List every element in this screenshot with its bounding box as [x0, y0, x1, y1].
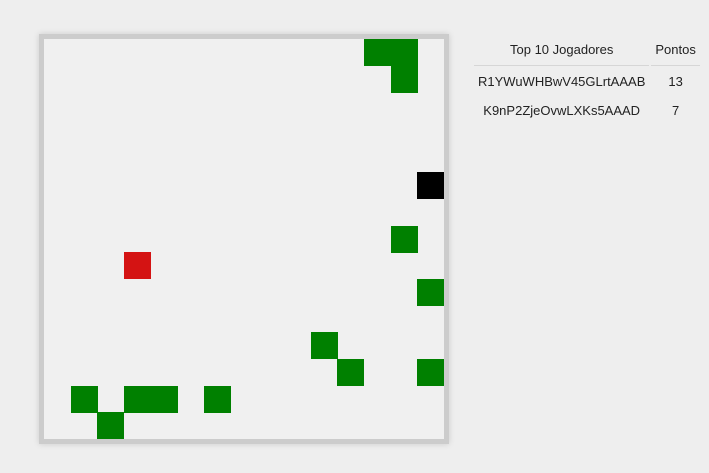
fruit-cell [124, 386, 151, 413]
game-board-frame [39, 34, 449, 444]
fruit-cell [391, 39, 418, 66]
game-board[interactable] [44, 39, 444, 439]
fruit-cell [71, 386, 98, 413]
scoreboard-player-points: 13 [668, 74, 683, 89]
scoreboard: Top 10 Jogadores Pontos R1YWuWHBwV45GLrt… [472, 36, 702, 126]
scoreboard-player-name: K9nP2ZjeOvwLXKs5AAAD [483, 103, 641, 118]
other-player-cell [124, 252, 151, 279]
scoreboard-header-points: Pontos [651, 38, 700, 66]
fruit-cell [417, 279, 444, 306]
scoreboard-row: R1YWuWHBwV45GLrtAAAB 13 [474, 68, 700, 95]
scoreboard-row: K9nP2ZjeOvwLXKs5AAAD 7 [474, 97, 700, 124]
current-player-cell [417, 172, 444, 199]
fruit-cell [417, 359, 444, 386]
fruit-cell [337, 359, 364, 386]
fruit-cell [311, 332, 338, 359]
scoreboard-player-name: R1YWuWHBwV45GLrtAAAB [478, 74, 646, 89]
fruit-cell [391, 66, 418, 93]
fruit-cell [391, 226, 418, 253]
fruit-cell [97, 412, 124, 439]
fruit-cell [151, 386, 178, 413]
fruit-cell [364, 39, 391, 66]
scoreboard-header-row: Top 10 Jogadores Pontos [474, 38, 700, 66]
fruit-cell [204, 386, 231, 413]
scoreboard-player-points: 7 [672, 103, 680, 118]
scoreboard-header-players: Top 10 Jogadores [474, 38, 650, 66]
